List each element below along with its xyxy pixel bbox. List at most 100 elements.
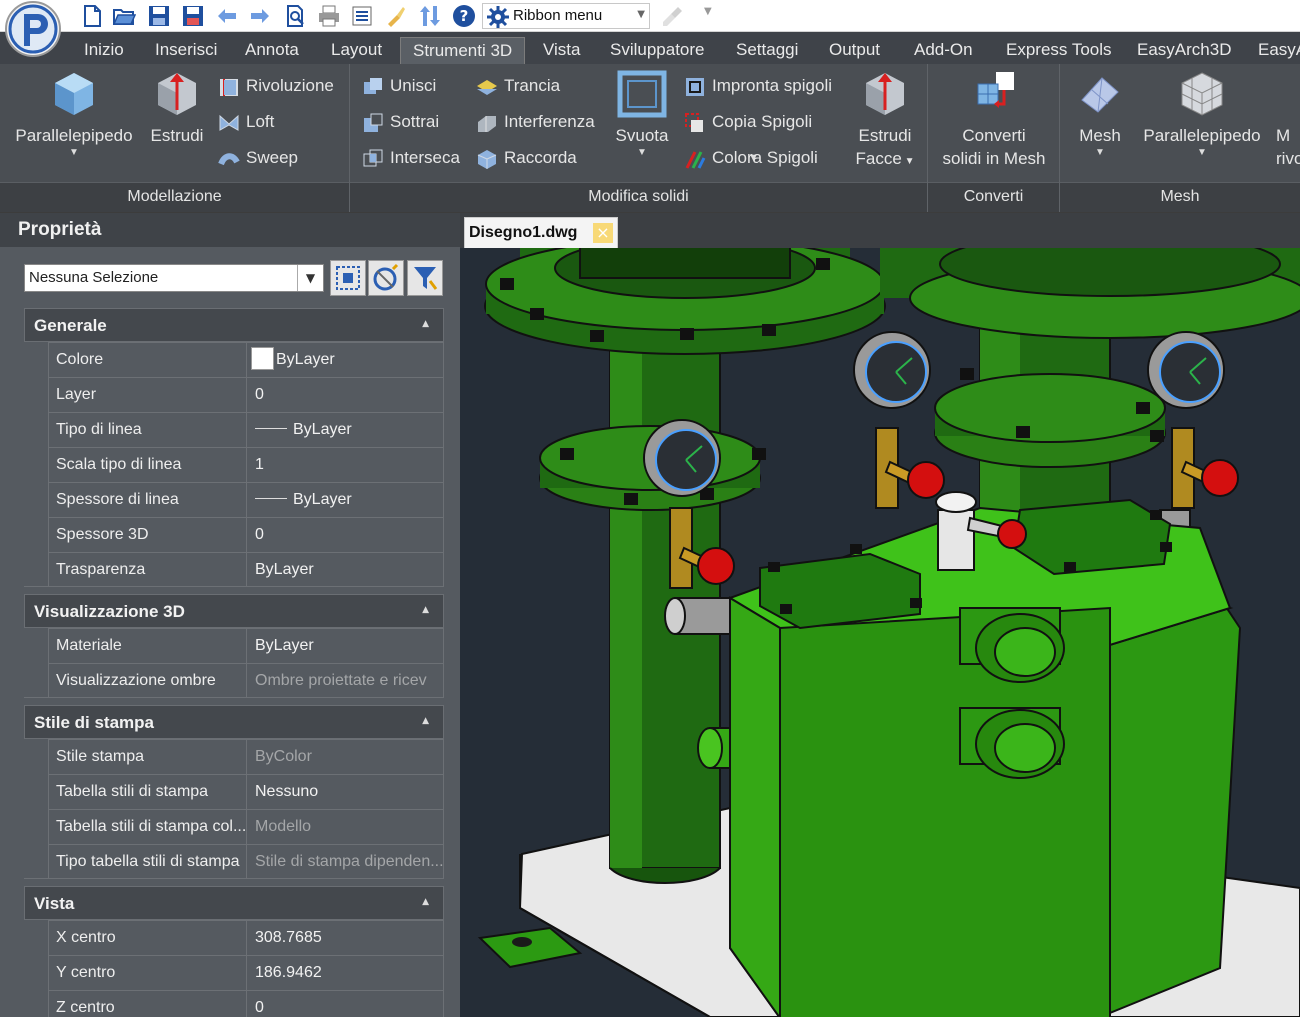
mesh-box-button[interactable]: Parallelepipedo ▼ bbox=[1142, 70, 1262, 159]
property-value[interactable]: ByLayer bbox=[246, 412, 444, 447]
tab-sviluppatore[interactable]: Sviluppatore bbox=[610, 37, 705, 64]
property-value[interactable]: 0 bbox=[246, 990, 444, 1017]
interference-button[interactable]: Interferenza bbox=[476, 108, 595, 136]
undo-icon[interactable] bbox=[215, 4, 239, 28]
extrude-faces-button[interactable]: Estrudi Facce ▼ bbox=[852, 70, 918, 173]
panel-title-modellazione: Modellazione bbox=[0, 182, 349, 212]
property-row[interactable]: Trasparenza ByLayer bbox=[24, 552, 444, 587]
sort-icon[interactable] bbox=[418, 4, 442, 28]
close-icon[interactable]: × bbox=[593, 223, 613, 243]
sweep-button[interactable]: Sweep bbox=[218, 144, 298, 172]
section-visualizzazione-3d[interactable]: Visualizzazione 3D ▲ bbox=[24, 594, 444, 628]
property-row[interactable]: Tipo di linea ByLayer bbox=[24, 412, 444, 447]
property-row[interactable]: Stile stampa ByColor bbox=[24, 739, 444, 774]
property-row[interactable]: Tabella stili di stampa col... Modello bbox=[24, 809, 444, 844]
property-row[interactable]: Colore ByLayer bbox=[24, 342, 444, 377]
property-value[interactable]: ByLayer bbox=[246, 342, 444, 377]
property-value[interactable]: Nessuno bbox=[246, 774, 444, 809]
convert-to-mesh-button[interactable]: Converti solidi in Mesh bbox=[936, 70, 1052, 170]
select-objects-button[interactable] bbox=[330, 260, 366, 296]
quick-select-button[interactable] bbox=[368, 260, 404, 296]
collapse-icon[interactable]: ▲ bbox=[422, 605, 429, 615]
properties-icon[interactable] bbox=[350, 4, 374, 28]
new-icon[interactable] bbox=[80, 4, 104, 28]
toggle-pickadd-button[interactable] bbox=[407, 260, 443, 296]
copy-edges-button[interactable]: Copia Spigoli bbox=[684, 108, 812, 136]
document-tab[interactable]: Disegno1.dwg × bbox=[464, 217, 618, 248]
collapse-icon[interactable]: ▲ bbox=[422, 897, 429, 907]
property-row[interactable]: Visualizzazione ombre Ombre proiettate e … bbox=[24, 663, 444, 698]
section-vista[interactable]: Vista ▲ bbox=[24, 886, 444, 920]
mesh-label: Mesh bbox=[1079, 126, 1121, 145]
color-edges-button[interactable]: Colora Spigoli bbox=[684, 144, 818, 172]
union-button[interactable]: Unisci bbox=[362, 72, 436, 100]
property-value[interactable]: ByLayer bbox=[246, 628, 444, 663]
property-value[interactable]: 0 bbox=[246, 377, 444, 412]
properties-palette: Proprietà Nessuna Selezione ▼ Generale ▲… bbox=[0, 213, 460, 1017]
section-generale[interactable]: Generale ▲ bbox=[24, 308, 444, 342]
open-icon[interactable] bbox=[112, 4, 136, 28]
property-value[interactable]: ByLayer bbox=[246, 552, 444, 587]
redo-icon[interactable] bbox=[248, 4, 272, 28]
collapse-icon[interactable]: ▲ bbox=[422, 716, 429, 726]
shell-button[interactable]: Svuota ▼ bbox=[612, 70, 672, 159]
customize-qat-icon[interactable]: ▼ bbox=[704, 6, 712, 17]
property-value[interactable]: 308.7685 bbox=[246, 920, 444, 955]
tab-layout[interactable]: Layout bbox=[331, 37, 382, 64]
property-value[interactable]: 0 bbox=[246, 517, 444, 552]
ribbon-menu-combo[interactable]: Ribbon menu ▼ bbox=[482, 3, 650, 29]
collapse-icon[interactable]: ▲ bbox=[422, 319, 429, 329]
property-row[interactable]: Tipo tabella stili di stampa Stile di sta… bbox=[24, 844, 444, 879]
property-row[interactable]: Z centro 0 bbox=[24, 990, 444, 1017]
mesh-revolve-label-2: rivo bbox=[1276, 149, 1300, 168]
slice-button[interactable]: Trancia bbox=[476, 72, 560, 100]
property-row[interactable]: Y centro 186.9462 bbox=[24, 955, 444, 990]
property-row[interactable]: Spessore di linea ByLayer bbox=[24, 482, 444, 517]
print-preview-icon[interactable] bbox=[284, 4, 308, 28]
match-properties-icon[interactable] bbox=[384, 4, 408, 28]
tab-add-on[interactable]: Add-On bbox=[914, 37, 973, 64]
property-value[interactable]: 1 bbox=[246, 447, 444, 482]
drawing-viewport[interactable] bbox=[460, 248, 1300, 1017]
sweep-icon bbox=[218, 153, 240, 166]
property-row[interactable]: Materiale ByLayer bbox=[24, 628, 444, 663]
tab-annota[interactable]: Annota bbox=[245, 37, 299, 64]
brush-icon[interactable] bbox=[660, 4, 684, 28]
property-row[interactable]: Scala tipo di linea 1 bbox=[24, 447, 444, 482]
selection-dropdown[interactable]: Nessuna Selezione ▼ bbox=[24, 264, 324, 292]
property-value[interactable]: 186.9462 bbox=[246, 955, 444, 990]
fillet-button[interactable]: Raccorda ▼ bbox=[476, 144, 759, 172]
application-logo[interactable] bbox=[4, 0, 62, 58]
property-row[interactable]: Spessore 3D 0 bbox=[24, 517, 444, 552]
mesh-revolve-button[interactable]: M rivo bbox=[1276, 70, 1300, 170]
mesh-button[interactable]: Mesh ▼ bbox=[1074, 70, 1126, 159]
property-row[interactable]: Layer 0 bbox=[24, 377, 444, 412]
loft-label: Loft bbox=[246, 112, 275, 131]
property-value[interactable]: ByLayer bbox=[246, 482, 444, 517]
section-stile-di-stampa[interactable]: Stile di stampa ▲ bbox=[24, 705, 444, 739]
tab-output[interactable]: Output bbox=[829, 37, 880, 64]
subtract-button[interactable]: Sottrai bbox=[362, 108, 439, 136]
chevron-down-icon: ▼ bbox=[1197, 147, 1207, 158]
property-row[interactable]: Tabella stili di stampa Nessuno bbox=[24, 774, 444, 809]
box-button[interactable]: Parallelepipedo ▼ bbox=[14, 70, 134, 159]
tab-vista[interactable]: Vista bbox=[543, 37, 581, 64]
property-name: Tabella stili di stampa bbox=[48, 774, 246, 809]
imprint-edges-button[interactable]: Impronta spigoli bbox=[684, 72, 832, 100]
tab-inizio[interactable]: Inizio bbox=[84, 37, 124, 64]
help-icon[interactable]: ? bbox=[452, 4, 476, 28]
tab-express-tools[interactable]: Express Tools bbox=[1006, 37, 1112, 64]
tab-settaggi[interactable]: Settaggi bbox=[736, 37, 798, 64]
tab-strumenti-3d[interactable]: Strumenti 3D bbox=[400, 37, 526, 64]
save-as-icon[interactable] bbox=[181, 4, 205, 28]
extrude-button[interactable]: Estrudi bbox=[146, 70, 208, 147]
intersect-button[interactable]: Interseca bbox=[362, 144, 460, 172]
tab-easya[interactable]: EasyA bbox=[1258, 37, 1300, 64]
tab-inserisci[interactable]: Inserisci bbox=[155, 37, 217, 64]
save-icon[interactable] bbox=[147, 4, 171, 28]
print-icon[interactable] bbox=[317, 4, 341, 28]
loft-button[interactable]: Loft bbox=[218, 108, 274, 136]
tab-easyarch3d[interactable]: EasyArch3D bbox=[1137, 37, 1231, 64]
property-row[interactable]: X centro 308.7685 bbox=[24, 920, 444, 955]
revolve-button[interactable]: Rivoluzione bbox=[218, 72, 334, 100]
